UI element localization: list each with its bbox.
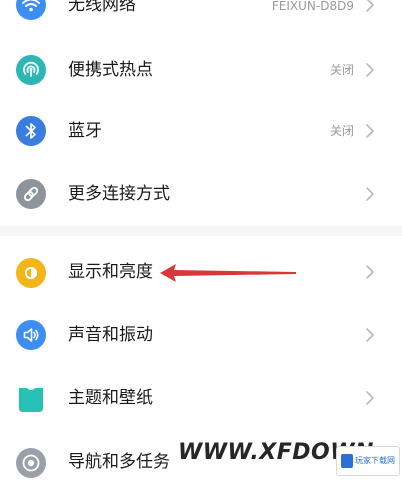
section-divider (0, 226, 402, 236)
hotspot-icon (16, 55, 46, 85)
navigation-icon (16, 448, 46, 478)
settings-item-sound-vibration[interactable]: 声音和振动 (0, 303, 402, 365)
settings-item-label: 蓝牙 (68, 121, 102, 141)
chevron-right-icon (364, 390, 376, 406)
speaker-icon (16, 320, 46, 350)
settings-list: 无线网络 FEIXUN-D8D9 便携式热点 关闭 蓝牙 关闭 更多连接方式 显… (0, 0, 402, 488)
theme-icon (16, 384, 46, 414)
settings-item-label: 导航和多任务 (68, 452, 170, 472)
chevron-right-icon (364, 264, 376, 280)
chevron-right-icon (364, 62, 376, 78)
settings-item-label: 主题和壁纸 (68, 388, 153, 408)
settings-item-label: 声音和振动 (68, 325, 153, 345)
chevron-right-icon (364, 327, 376, 343)
watermark-logo-text: 玩家下载网 (355, 456, 395, 465)
wifi-network-value: FEIXUN-D8D9 (271, 0, 354, 13)
settings-item-label: 显示和亮度 (68, 262, 153, 282)
wifi-icon (16, 0, 46, 20)
hotspot-status-value: 关闭 (329, 63, 354, 77)
settings-item-label: 更多连接方式 (68, 184, 170, 204)
settings-item-hotspot[interactable]: 便携式热点 关闭 (0, 39, 402, 101)
chevron-right-icon (364, 186, 376, 202)
settings-item-bluetooth[interactable]: 蓝牙 关闭 (0, 101, 402, 163)
settings-item-theme-wallpaper[interactable]: 主题和壁纸 (0, 366, 402, 428)
bluetooth-icon (16, 116, 46, 146)
settings-item-more-connections[interactable]: 更多连接方式 (0, 163, 402, 225)
watermark-logo: 玩家下载网 (336, 446, 400, 476)
settings-item-label: 便携式热点 (68, 60, 153, 80)
chevron-right-icon (364, 0, 376, 13)
brightness-icon (16, 258, 46, 288)
settings-item-wifi[interactable]: 无线网络 FEIXUN-D8D9 (0, 0, 402, 36)
annotation-arrow (160, 264, 296, 282)
logo-icon (341, 454, 353, 468)
bluetooth-status-value: 关闭 (329, 124, 354, 138)
settings-item-label: 无线网络 (68, 0, 136, 15)
link-icon (16, 179, 46, 209)
chevron-right-icon (364, 123, 376, 139)
